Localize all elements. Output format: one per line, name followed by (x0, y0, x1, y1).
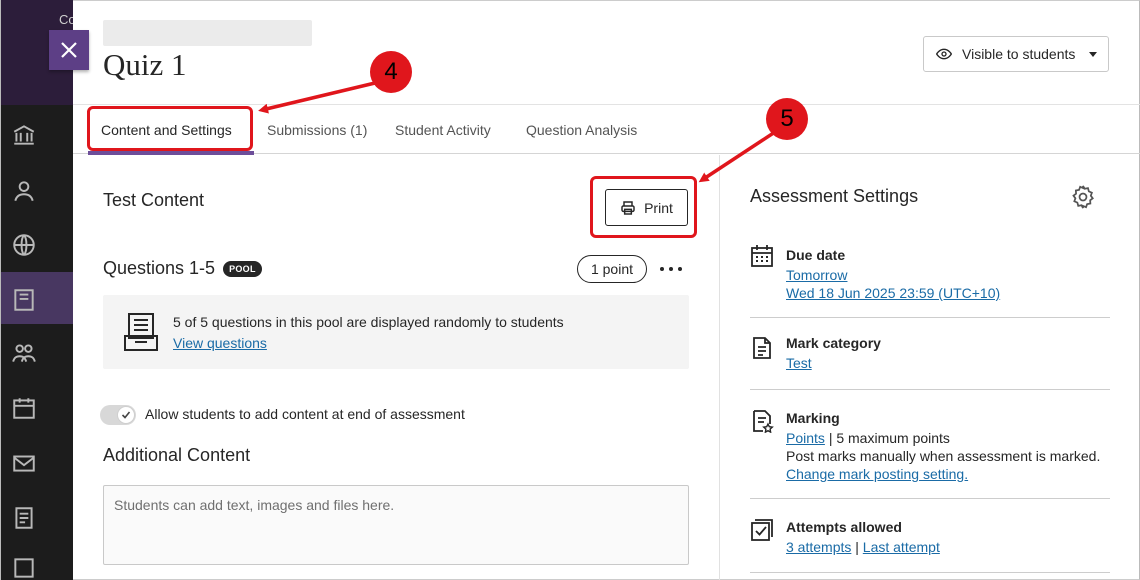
attempts-setting: Attempts allowed 3 attempts | Last attem… (750, 518, 1110, 558)
question-pool-icon (124, 313, 158, 351)
tab-content-and-settings[interactable]: Content and Settings (101, 105, 232, 155)
active-tab-indicator (88, 151, 254, 155)
due-date-label: Due date (786, 247, 846, 263)
attempts-count-link[interactable]: 3 attempts (786, 539, 851, 555)
close-icon (61, 42, 77, 58)
print-button[interactable]: Print (605, 189, 688, 226)
page-title: Quiz 1 (103, 47, 187, 82)
tab-submissions[interactable]: Submissions (1) (267, 105, 367, 155)
additional-content-area[interactable]: Students can add text, images and files … (103, 485, 689, 565)
allow-content-toggle[interactable] (100, 405, 136, 425)
printer-icon (621, 200, 635, 215)
more-options-button[interactable] (660, 262, 682, 276)
due-date-setting: Due date Tomorrow Wed 18 Jun 2025 23:59 … (750, 244, 1110, 304)
view-questions-link[interactable]: View questions (173, 335, 267, 351)
attempts-checkbox-icon (751, 519, 773, 541)
visibility-dropdown[interactable]: Visible to students (923, 36, 1109, 72)
caret-down-icon (1089, 52, 1097, 57)
toggle-knob (117, 406, 135, 424)
questions-heading: Questions 1-5 POOL (103, 258, 262, 279)
additional-content-title: Additional Content (103, 445, 251, 465)
mark-category-setting: Mark category Test (750, 335, 1110, 376)
globe-icon (13, 234, 35, 256)
marking-max-points: 5 maximum points (836, 430, 950, 446)
settings-divider (750, 572, 1110, 573)
allow-content-label: Allow students to add content at end of … (145, 406, 465, 422)
due-date-absolute-link[interactable]: Wed 18 Jun 2025 23:59 (UTC+10) (786, 284, 1106, 302)
column-divider (719, 155, 720, 580)
marking-points-link[interactable]: Points (786, 430, 825, 446)
points-button[interactable]: 1 point (577, 255, 647, 283)
institution-icon (13, 125, 35, 145)
tools-icon (14, 558, 34, 578)
gear-icon[interactable] (1070, 184, 1096, 210)
mark-category-link[interactable]: Test (786, 355, 812, 371)
check-icon (121, 411, 131, 419)
settings-divider (750, 389, 1110, 390)
document-icon (753, 337, 771, 359)
breadcrumb-placeholder (103, 20, 312, 46)
pool-badge: POOL (223, 260, 262, 277)
questions-title: Questions 1-5 (103, 258, 216, 278)
courses-icon (14, 289, 34, 311)
calendar-icon (13, 398, 35, 419)
marking-label: Marking (786, 410, 840, 426)
tab-bar: Content and Settings Submissions (1) Stu… (73, 104, 1140, 155)
assessment-settings-title: Assessment Settings (750, 186, 919, 206)
annotation-step-5: 5 (766, 98, 808, 140)
visibility-label: Visible to students (962, 46, 1076, 62)
calendar-icon (751, 245, 773, 267)
messages-icon (13, 455, 35, 472)
tab-question-analysis[interactable]: Question Analysis (526, 105, 637, 155)
test-content-title: Test Content (103, 190, 205, 210)
last-attempt-link[interactable]: Last attempt (863, 539, 940, 555)
mark-category-label: Mark category (786, 335, 881, 351)
grades-icon (15, 507, 33, 529)
attempts-label: Attempts allowed (786, 519, 902, 535)
annotation-step-4: 4 (370, 51, 412, 93)
profile-icon (14, 181, 34, 202)
tab-student-activity[interactable]: Student Activity (395, 105, 491, 155)
settings-divider (750, 317, 1110, 318)
change-mark-posting-link[interactable]: Change mark posting setting. (786, 466, 968, 482)
due-date-relative-link[interactable]: Tomorrow (786, 266, 1106, 284)
question-pool-box: 5 of 5 questions in this pool are displa… (103, 295, 689, 369)
attempts-separator: | (855, 539, 859, 555)
marking-separator: | (828, 430, 833, 446)
groups-icon (12, 344, 36, 362)
pool-description: 5 of 5 questions in this pool are displa… (173, 314, 564, 330)
marking-setting: Marking Points | 5 maximum points Post m… (750, 409, 1110, 489)
print-label: Print (644, 199, 673, 216)
marking-rubric-icon (753, 410, 774, 433)
close-panel-button[interactable] (49, 30, 89, 70)
eye-icon (936, 48, 952, 60)
settings-divider (750, 498, 1110, 499)
marking-post-text: Post marks manually when assessment is m… (786, 448, 1101, 464)
background-sidebar: Co (0, 0, 76, 580)
